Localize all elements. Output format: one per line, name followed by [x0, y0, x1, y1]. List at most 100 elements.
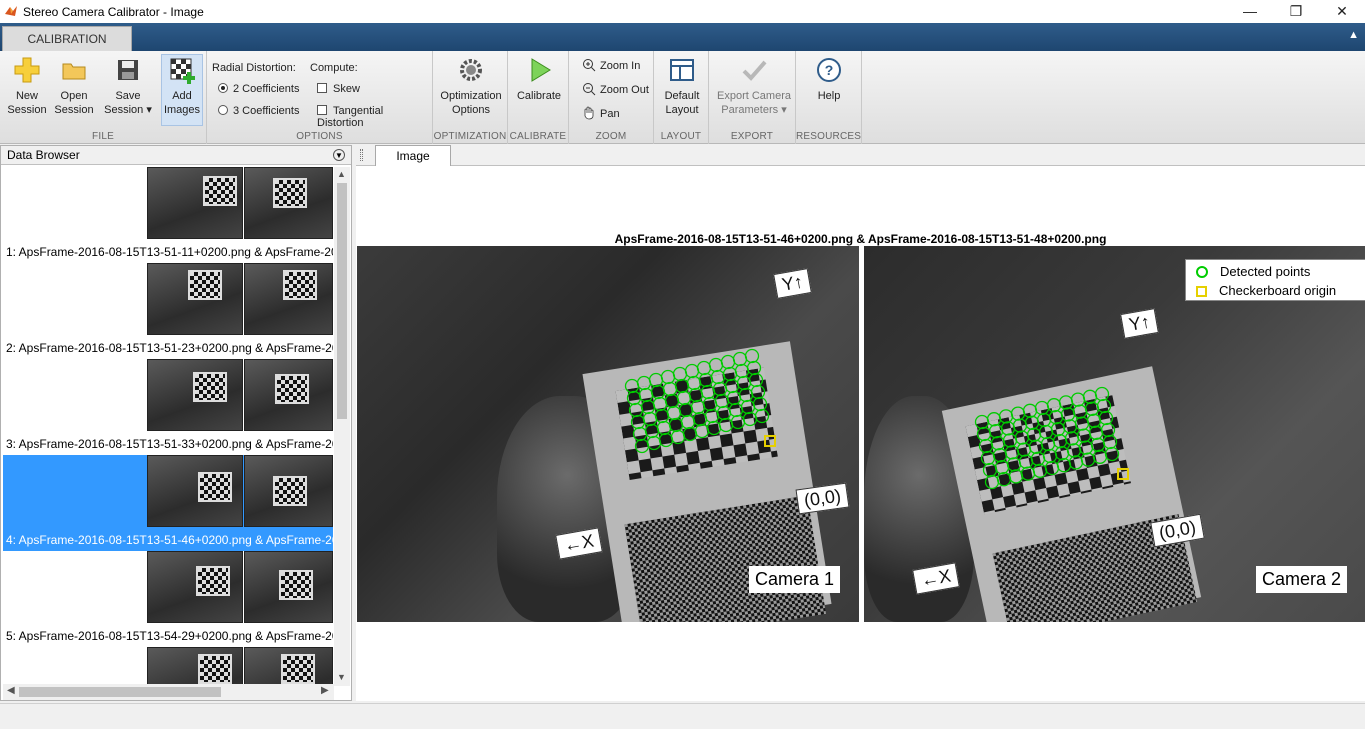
- vertical-scroll-thumb[interactable]: [337, 183, 347, 419]
- radio-2-coefficients[interactable]: 2 Coefficients: [218, 83, 299, 95]
- compute-label: Compute:: [310, 62, 358, 74]
- detected-point: [1070, 392, 1086, 407]
- file-section: New Session Open Session Save Session ▾ …: [0, 51, 207, 144]
- pan-button[interactable]: Pan: [582, 106, 620, 120]
- checkbox-box: [317, 83, 327, 93]
- list-item[interactable]: 1: ApsFrame-2016-08-15T13-51-11+0200.png…: [3, 167, 333, 263]
- detected-point: [1062, 419, 1078, 434]
- legend-origin: Checkerboard origin: [1196, 283, 1336, 298]
- list-item-selected[interactable]: 4: ApsFrame-2016-08-15T13-51-46+0200.png…: [3, 455, 333, 551]
- detected-point: [974, 414, 990, 430]
- detected-point: [722, 366, 738, 382]
- close-button[interactable]: ✕: [1319, 0, 1365, 23]
- layout-section: Default Layout LAYOUT: [654, 51, 709, 144]
- drag-grip-icon[interactable]: [360, 149, 363, 161]
- restore-button[interactable]: ❐: [1273, 0, 1319, 23]
- detected-point: [680, 414, 696, 430]
- list-item[interactable]: 3: ApsFrame-2016-08-15T13-51-33+0200.png…: [3, 359, 333, 455]
- legend: Detected points Checkerboard origin: [1185, 259, 1365, 301]
- horizontal-scrollbar[interactable]: ◀ ▶: [3, 684, 334, 700]
- detected-point: [708, 357, 724, 373]
- vertical-scrollbar[interactable]: ▲ ▼: [334, 167, 350, 686]
- detected-point: [670, 429, 686, 445]
- export-label-2: Parameters ▾: [721, 104, 787, 116]
- panel-menu-icon[interactable]: ▼: [333, 149, 345, 161]
- detected-point: [1058, 395, 1074, 410]
- detected-point: [1090, 437, 1106, 452]
- data-browser-panel: Data Browser ▼ 1: ApsFrame-2016-08-15T13…: [0, 145, 352, 701]
- radio-3-coefficients[interactable]: 3 Coefficients: [218, 105, 299, 117]
- layout-icon: [670, 59, 694, 81]
- detected-point: [996, 472, 1012, 487]
- open-session-button[interactable]: Open Session: [52, 55, 96, 117]
- detected-point: [994, 460, 1010, 475]
- detected-point: [1082, 389, 1098, 404]
- help-button[interactable]: ? Help: [806, 55, 852, 103]
- detected-point: [656, 420, 672, 436]
- save-session-button[interactable]: Save Session ▾: [100, 55, 156, 117]
- add-images-button[interactable]: Add Images: [161, 54, 203, 126]
- add-images-icon: [170, 58, 195, 84]
- minimize-button[interactable]: —: [1227, 0, 1273, 23]
- detected-point: [726, 390, 742, 406]
- matlab-logo-icon: [5, 6, 17, 16]
- detected-point: [646, 435, 662, 451]
- new-session-button[interactable]: New Session: [4, 55, 50, 117]
- scroll-right-icon[interactable]: ▶: [321, 685, 329, 696]
- tab-image[interactable]: Image: [375, 145, 451, 166]
- skew-checkbox[interactable]: Skew: [317, 83, 360, 95]
- optimization-options-button[interactable]: Optimization Options: [436, 55, 506, 117]
- window-title: Stereo Camera Calibrator - Image: [23, 5, 204, 19]
- export-section: Export Camera Parameters ▾ EXPORT: [709, 51, 796, 144]
- detected-point: [744, 348, 760, 364]
- status-bar: [0, 703, 1365, 729]
- checkmark-icon: [742, 60, 767, 81]
- detected-point: [1094, 386, 1110, 402]
- tab-calibration[interactable]: CALIBRATION: [2, 26, 132, 51]
- calibrate-button[interactable]: Calibrate: [513, 55, 565, 103]
- optimization-section: Optimization Options OPTIMIZATION: [433, 51, 508, 144]
- export-camera-parameters-button[interactable]: Export Camera Parameters ▾: [713, 55, 795, 117]
- add-images-label-2: Images: [163, 104, 201, 116]
- detected-point: [1098, 410, 1114, 426]
- detected-point: [654, 408, 670, 424]
- detected-point: [628, 402, 644, 418]
- detected-point: [978, 438, 994, 454]
- scroll-down-icon[interactable]: ▼: [337, 672, 346, 682]
- resources-section: ? Help RESOURCES: [796, 51, 862, 144]
- zoom-out-button[interactable]: Zoom Out: [582, 82, 649, 96]
- detected-point: [1002, 433, 1018, 448]
- play-icon: [531, 58, 551, 82]
- detected-point: [982, 462, 998, 478]
- scroll-left-icon[interactable]: ◀: [7, 685, 15, 696]
- detected-point: [652, 396, 668, 412]
- detected-point: [1024, 415, 1040, 430]
- camera2-image[interactable]: Y↑ (0,0) ←X Camera 2: [864, 246, 1365, 622]
- yellow-square-icon: [1196, 286, 1207, 297]
- zoom-section-label: ZOOM: [595, 131, 627, 142]
- horizontal-scroll-thumb[interactable]: [19, 687, 221, 697]
- collapse-toolstrip-icon[interactable]: ▲: [1348, 29, 1359, 41]
- camera1-image[interactable]: Y↑ (0,0) ←X Camera 1: [357, 246, 859, 622]
- thumbnail-left: [147, 167, 243, 239]
- tangential-checkbox[interactable]: Tangential Distortion: [317, 105, 432, 129]
- plus-icon: [14, 57, 40, 83]
- detected-point: [694, 423, 710, 439]
- list-item[interactable]: [3, 647, 333, 686]
- save-session-label-2: Session ▾: [104, 104, 152, 116]
- scroll-up-icon[interactable]: ▲: [337, 169, 346, 179]
- list-item[interactable]: 2: ApsFrame-2016-08-15T13-51-23+0200.png…: [3, 263, 333, 359]
- default-layout-button[interactable]: Default Layout: [658, 55, 706, 117]
- detected-point: [754, 408, 770, 424]
- detected-point: [1030, 451, 1046, 466]
- zoom-in-button[interactable]: Zoom In: [582, 58, 640, 72]
- detected-point: [714, 393, 730, 409]
- data-browser-title: Data Browser: [7, 148, 80, 162]
- toolstrip: New Session Open Session Save Session ▾ …: [0, 51, 1365, 144]
- detected-point: [712, 381, 728, 397]
- list-item[interactable]: 5: ApsFrame-2016-08-15T13-54-29+0200.png…: [3, 551, 333, 647]
- detected-point: [734, 363, 750, 379]
- detected-point: [1064, 431, 1080, 446]
- title-bar: Stereo Camera Calibrator - Image — ❐ ✕: [0, 0, 1365, 23]
- detected-point: [738, 387, 754, 403]
